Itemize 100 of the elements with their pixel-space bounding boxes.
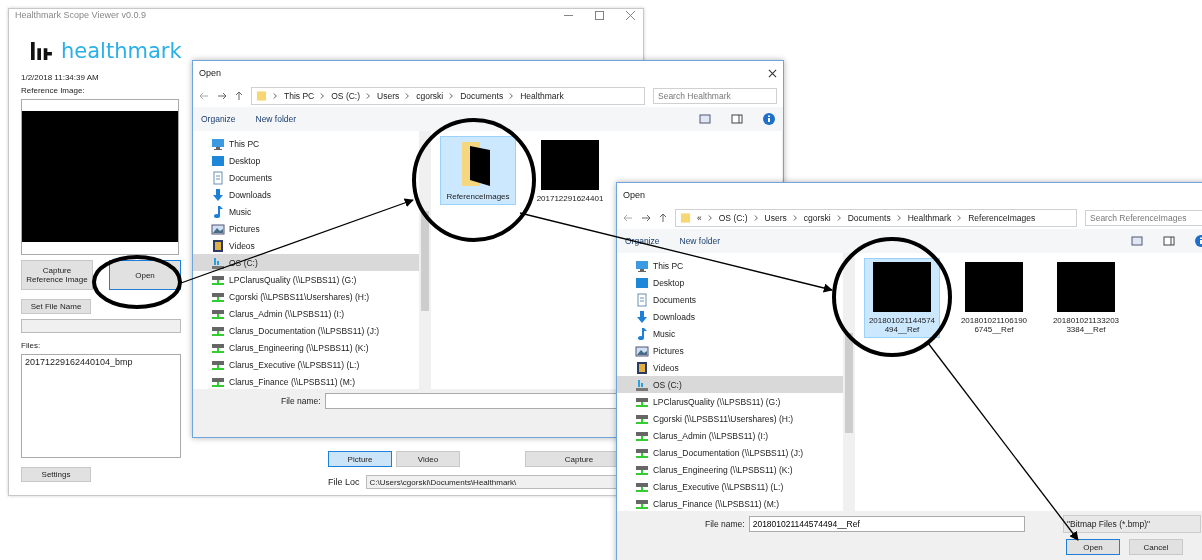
field-label: File name: xyxy=(281,396,321,406)
nav-item[interactable]: Music xyxy=(193,203,419,220)
nav-item[interactable]: Clarus_Executive (\\LPSBS11) (L:) xyxy=(193,356,419,373)
field-label: File Loc xyxy=(328,477,360,487)
file-name-field[interactable] xyxy=(21,319,181,333)
nav-item[interactable]: LPClarusQuality (\\LPSBS11) (G:) xyxy=(617,393,843,410)
folder-icon xyxy=(256,90,267,102)
nav-item[interactable]: Documents xyxy=(617,291,843,308)
nav-item[interactable]: Desktop xyxy=(193,152,419,169)
chevron-right-icon xyxy=(509,92,515,100)
preview-pane-icon[interactable] xyxy=(1163,236,1175,246)
view-options-icon[interactable] xyxy=(699,114,711,124)
chevron-right-icon xyxy=(366,92,372,100)
dialog-button[interactable]: Cancel xyxy=(1129,539,1183,555)
nav-item[interactable]: Cgorski (\\LPSBS11\Usershares) (H:) xyxy=(617,410,843,427)
drive-icon xyxy=(211,255,225,270)
search-field[interactable]: Search ReferenceImages xyxy=(1085,210,1202,226)
action-button[interactable]: Open xyxy=(109,260,181,290)
nav-item[interactable]: Videos xyxy=(193,237,419,254)
chevron-right-icon xyxy=(753,214,759,222)
nav-item[interactable]: OS (C:) xyxy=(617,376,843,393)
file-name-field[interactable]: 201801021144574494__Ref xyxy=(748,516,1025,532)
preview-pane-icon[interactable] xyxy=(731,114,743,124)
file-location-field[interactable]: C:\Users\cgorski\Documents\Healthmark\ xyxy=(365,475,618,489)
mode-button[interactable]: Picture xyxy=(328,451,392,467)
breadcrumb-item[interactable]: cgorski xyxy=(803,213,831,223)
settings-button[interactable]: Settings xyxy=(21,467,91,482)
breadcrumb-item[interactable]: This PC xyxy=(284,91,315,101)
nav-item[interactable]: Pictures xyxy=(193,220,419,237)
toolbar-item[interactable]: New folder xyxy=(255,114,297,124)
folder-icon xyxy=(680,212,691,224)
scrollbar[interactable] xyxy=(419,131,431,389)
music-note-icon xyxy=(211,204,225,219)
maximize-icon[interactable] xyxy=(595,10,604,20)
nav-item[interactable]: Clarus_Finance (\\LPSBS11) (M:) xyxy=(617,495,843,511)
help-icon[interactable] xyxy=(763,113,775,125)
file-type-dropdown[interactable]: "Bitmap Files (*.bmp)" xyxy=(1063,515,1201,533)
file-entry[interactable]: 20171229162440104_bmp xyxy=(25,357,177,367)
up-arrow-icon[interactable] xyxy=(659,213,667,223)
chevron-right-icon xyxy=(896,214,902,222)
toolbar-item[interactable]: New folder xyxy=(679,236,721,246)
nav-item[interactable]: This PC xyxy=(617,257,843,274)
file-item[interactable]: 201801021144574494__Ref xyxy=(865,259,939,337)
nav-item[interactable]: This PC xyxy=(193,135,419,152)
up-arrow-icon[interactable] xyxy=(235,91,243,101)
picture-icon xyxy=(635,343,649,358)
music-note-icon xyxy=(635,326,649,341)
file-item[interactable]: 201801021133203 3384__Ref xyxy=(1049,259,1123,337)
nav-item[interactable]: Videos xyxy=(617,359,843,376)
file-item[interactable]: 201801021106190 6745__Ref xyxy=(957,259,1031,337)
breadcrumb-item[interactable]: cgorski xyxy=(416,91,444,101)
nav-item[interactable]: Clarus_Documentation (\\LPSBS11) (J:) xyxy=(193,322,419,339)
document-icon xyxy=(211,170,225,185)
nav-item[interactable]: Desktop xyxy=(617,274,843,291)
chevron-right-icon xyxy=(273,92,278,100)
thumbnail xyxy=(873,262,931,312)
mode-button[interactable]: Video xyxy=(396,451,460,467)
folder-item[interactable]: ReferenceImages xyxy=(441,137,515,204)
nav-item[interactable]: Cgorski (\\LPSBS11\Usershares) (H:) xyxy=(193,288,419,305)
breadcrumb-item[interactable]: ReferenceImages xyxy=(968,213,1036,223)
nav-item[interactable]: Music xyxy=(617,325,843,342)
breadcrumb-item[interactable]: Healthmark xyxy=(520,91,564,101)
nav-item[interactable]: Documents xyxy=(193,169,419,186)
nav-item[interactable]: Downloads xyxy=(617,308,843,325)
nav-item[interactable]: LPClarusQuality (\\LPSBS11) (G:) xyxy=(193,271,419,288)
desktop-icon xyxy=(211,153,225,168)
toolbar-item[interactable]: Organize xyxy=(201,114,236,124)
nav-item[interactable]: Clarus_Engineering (\\LPSBS11) (K:) xyxy=(193,339,419,356)
nav-item[interactable]: Clarus_Executive (\\LPSBS11) (L:) xyxy=(617,478,843,495)
breadcrumb-item[interactable]: Users xyxy=(764,213,787,223)
breadcrumb-item[interactable]: « xyxy=(697,213,702,223)
nav-item[interactable]: Downloads xyxy=(193,186,419,203)
breadcrumb-item[interactable]: Documents xyxy=(847,213,891,223)
chevron-right-icon xyxy=(449,92,455,100)
chevron-right-icon xyxy=(707,214,713,222)
breadcrumb-item[interactable]: Users xyxy=(377,91,400,101)
set-file-name-button[interactable]: Set File Name xyxy=(21,299,91,314)
action-button[interactable]: Capture Reference Image xyxy=(21,260,93,290)
dialog-button[interactable]: Open xyxy=(1066,539,1120,555)
nav-item[interactable]: Clarus_Admin (\\LPSBS11) (I:) xyxy=(193,305,419,322)
breadcrumb-item[interactable]: Documents xyxy=(460,91,504,101)
address-bar[interactable]: This PC OS (C:) Users cgorski Documents Healthmark xyxy=(251,87,645,105)
breadcrumb-item[interactable]: OS (C:) xyxy=(718,213,748,223)
dialog-title: Open xyxy=(199,68,223,78)
view-options-icon[interactable] xyxy=(1131,236,1143,246)
nav-item[interactable]: Pictures xyxy=(617,342,843,359)
search-field[interactable]: Search Healthmark xyxy=(653,88,777,104)
download-icon xyxy=(635,309,649,324)
file-item[interactable]: 201712291624401 xyxy=(533,137,607,206)
chevron-right-icon xyxy=(957,214,963,222)
scrollbar[interactable] xyxy=(843,253,855,511)
close-icon[interactable] xyxy=(768,68,777,78)
address-bar[interactable]: « OS (C:) Users cgorski Documents Healthmark ReferenceImages xyxy=(675,209,1077,227)
nav-item[interactable]: Clarus_Admin (\\LPSBS11) (I:) xyxy=(617,427,843,444)
forward-arrow-icon[interactable] xyxy=(641,214,651,222)
forward-arrow-icon[interactable] xyxy=(217,92,227,100)
breadcrumb-item[interactable]: Healthmark xyxy=(907,213,952,223)
breadcrumb-item[interactable]: OS (C:) xyxy=(331,91,361,101)
nav-item[interactable]: Clarus_Finance (\\LPSBS11) (M:) xyxy=(193,373,419,389)
download-icon xyxy=(211,187,225,202)
